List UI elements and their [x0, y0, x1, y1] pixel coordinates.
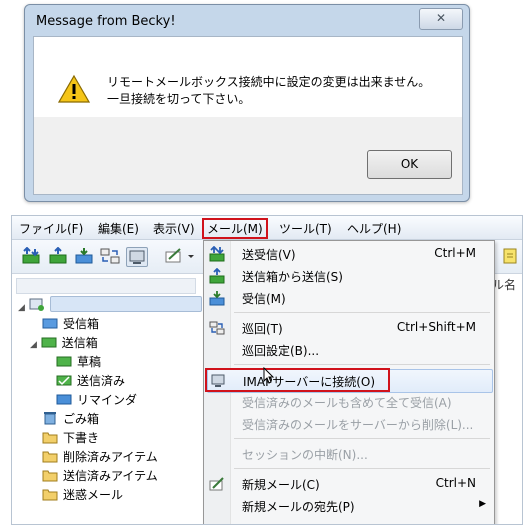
menu-item-send-outbox[interactable]: 送信箱から送信(S) [204, 265, 494, 287]
folder-icon [42, 451, 58, 463]
tree-label: 送信箱 [61, 336, 98, 350]
menu-item-label: 送信箱から送信(S) [242, 270, 343, 284]
menu-bar: ファイル(F) 編集(E) 表示(V) メール(M) ツール(T) ヘルプ(H) [12, 216, 522, 240]
menu-item-label: 受信済みのメールも含めて全て受信(A) [242, 396, 452, 410]
dialog-body: リモートメールボックス接続中に設定の変更は出来ません。 一旦接続を切って下さい。… [33, 36, 463, 195]
tree-label: リマインダ [77, 393, 138, 407]
draft-icon [56, 356, 72, 367]
close-button[interactable]: ✕ [419, 8, 463, 30]
patrol-icon [209, 321, 225, 335]
menu-item-shortcut: Ctrl+Shift+M [396, 320, 476, 334]
menu-separator [234, 312, 490, 313]
tree-header-bar [16, 278, 196, 294]
account-name-redacted [49, 296, 202, 312]
folder-icon [42, 432, 58, 444]
sent-icon [56, 375, 72, 386]
menu-item-receive[interactable]: 受信(M) [204, 287, 494, 309]
menu-item-label: 新規メール(C) [242, 478, 320, 492]
menu-item-shortcut: Ctrl+N [435, 476, 476, 490]
menu-item-label: 巡回設定(B)... [242, 344, 320, 358]
patrol-icon[interactable] [100, 247, 120, 265]
tree-item-sent-items[interactable]: 送信済みアイテム [42, 467, 158, 485]
tree-label: 草稿 [77, 355, 102, 369]
dialog-title: Message from Becky! [36, 14, 176, 29]
menu-item-label: セッションの中断(N)... [242, 448, 368, 462]
menu-separator [234, 468, 490, 469]
dialog-message: リモートメールボックス接続中に設定の変更は出来ません。 一旦接続を切って下さい。 [107, 74, 430, 108]
tree-label: 送信済み [77, 374, 126, 388]
menu-mail[interactable]: メール(M) [202, 218, 268, 239]
menu-tools[interactable]: ツール(T) [279, 220, 332, 237]
collapse-arrow-icon[interactable]: ◢ [18, 303, 25, 313]
menu-item-send-receive[interactable]: 送受信(V) Ctrl+M [204, 243, 494, 265]
warning-icon [58, 74, 90, 103]
menu-item-label: 受信済みのメールをサーバーから削除(L)... [242, 418, 474, 432]
send-receive-icon [209, 246, 225, 262]
send-icon[interactable] [48, 247, 68, 265]
imap-connect-icon[interactable] [126, 247, 148, 267]
tree-label: 下書き [63, 431, 100, 445]
folder-tree: ◢ 受信箱 ◢ 送信箱 草稿 送信済み リマインダ ごみ箱 下書き 削除済みアイ… [12, 274, 208, 524]
menu-item-delete-from-server[interactable]: 受信済みのメールをサーバーから削除(L)... [204, 413, 494, 435]
tree-item-sent[interactable]: 送信済み [56, 372, 125, 390]
memo-icon[interactable] [500, 247, 520, 265]
mail-menu-dropdown: 送受信(V) Ctrl+M 送信箱から送信(S) 受信(M) 巡回(T) Ctr… [203, 240, 495, 524]
tree-item-draft[interactable]: 草稿 [56, 353, 101, 371]
outbox-icon [41, 337, 57, 348]
tree-label: ごみ箱 [63, 412, 100, 426]
send-icon [209, 268, 225, 284]
menu-item-abort-session[interactable]: セッションの中断(N)... [204, 443, 494, 465]
new-mail-icon [209, 477, 224, 491]
menu-item-new-mail-recipient[interactable]: 新規メールの宛先(P) ▶ [204, 495, 494, 517]
tree-item-outbox[interactable]: ◢ 送信箱 [30, 334, 98, 352]
menu-help[interactable]: ヘルプ(H) [347, 220, 401, 237]
ok-button[interactable]: OK [367, 150, 452, 179]
tree-item-trash[interactable]: ごみ箱 [42, 410, 99, 428]
tree-item-deleted[interactable]: 削除済みアイテム [42, 448, 158, 466]
tree-account[interactable]: ◢ [18, 296, 202, 314]
tree-item-reminder[interactable]: リマインダ [56, 391, 137, 409]
menu-view[interactable]: 表示(V) [153, 220, 195, 237]
menu-item-label: 新規メールの宛先(P) [242, 500, 355, 514]
tree-item-drafts[interactable]: 下書き [42, 429, 99, 447]
tree-item-junk[interactable]: 迷惑メール [42, 486, 123, 504]
folder-icon [42, 489, 58, 501]
menu-file[interactable]: ファイル(F) [19, 220, 83, 237]
tree-label: 削除済みアイテム [63, 450, 158, 464]
collapse-arrow-icon[interactable]: ◢ [30, 340, 37, 350]
send-receive-icon[interactable] [21, 247, 41, 265]
menu-item-shortcut: Ctrl+M [434, 246, 476, 260]
list-column-header: ル名 [492, 278, 517, 292]
tree-label: 送信済みアイテム [63, 469, 158, 483]
receive-icon [209, 291, 225, 306]
tree-item-inbox[interactable]: 受信箱 [42, 315, 99, 333]
menu-item-new-mail[interactable]: 新規メール(C) Ctrl+N [204, 473, 494, 495]
submenu-arrow-icon: ▶ [479, 499, 486, 509]
dialog-message-line1: リモートメールボックス接続中に設定の変更は出来ません。 [107, 75, 431, 89]
menu-edit[interactable]: 編集(E) [98, 220, 139, 237]
tree-label: 受信箱 [63, 317, 100, 331]
tree-label: 迷惑メール [63, 488, 124, 502]
reminder-icon [56, 394, 72, 405]
message-dialog: Message from Becky! ✕ リモートメールボックス接続中に設定の… [24, 4, 470, 202]
menu-item-label: 巡回(T) [242, 322, 283, 336]
menu-item-label: 受信(M) [242, 292, 286, 306]
chevron-down-icon[interactable] [186, 247, 196, 265]
menu-item-receive-all[interactable]: 受信済みのメールも含めて全て受信(A) [204, 391, 494, 413]
folder-icon [42, 470, 58, 482]
inbox-icon [42, 318, 58, 329]
menu-item-imap-connect[interactable]: IMAPサーバーに接続(O) [205, 368, 493, 393]
receive-icon[interactable] [74, 247, 94, 265]
trash-icon [44, 412, 56, 425]
menu-separator [234, 364, 490, 365]
highlight-box [205, 368, 390, 392]
menu-item-patrol-settings[interactable]: 巡回設定(B)... [204, 339, 494, 361]
menu-separator [234, 438, 490, 439]
menu-item-label: 送受信(V) [242, 248, 296, 262]
mouse-cursor-icon [263, 367, 275, 384]
dialog-message-line2: 一旦接続を切って下さい。 [107, 92, 251, 106]
new-mail-icon[interactable] [164, 247, 184, 265]
account-icon [29, 298, 44, 311]
menu-item-patrol[interactable]: 巡回(T) Ctrl+Shift+M [204, 317, 494, 339]
